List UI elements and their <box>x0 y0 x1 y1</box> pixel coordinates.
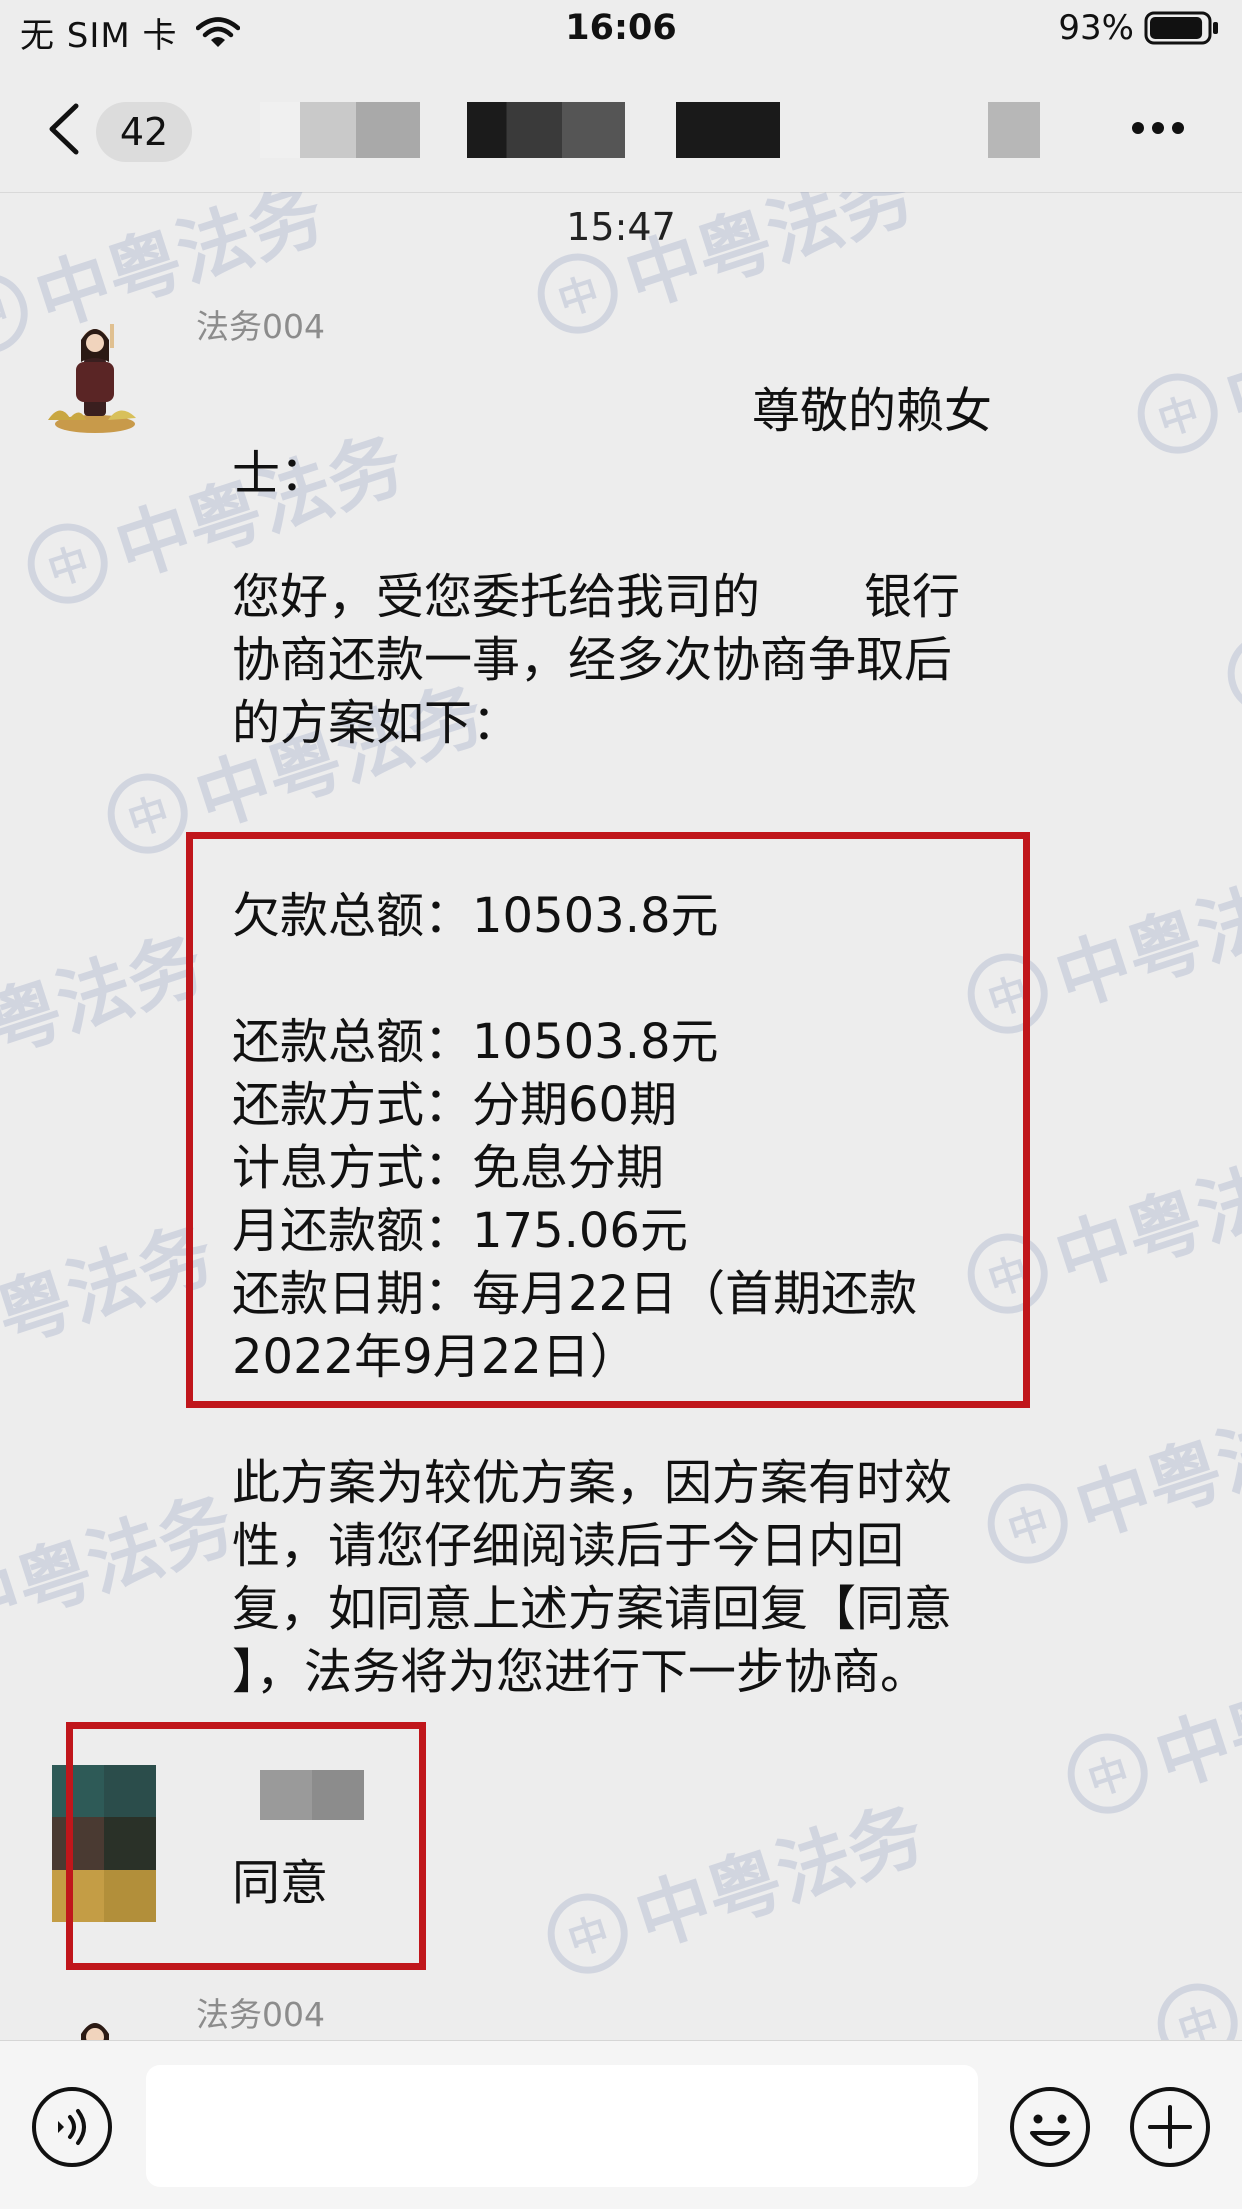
emoji-icon[interactable] <box>1008 2085 1092 2169</box>
voice-input-icon[interactable] <box>30 2085 114 2169</box>
closing-line: 性，请您仔细阅读后于今日内回 <box>232 1518 905 1574</box>
more-options-icon[interactable] <box>1130 120 1186 136</box>
greeting-line: 士： <box>232 446 329 502</box>
closing-text: 此方案为较优方案，因方案有时效 性，请您仔细阅读后于今日内回 复，如同意上述方案… <box>232 1452 1012 1704</box>
watermark: 中中粤法务 <box>0 1480 244 1655</box>
chat-title-redacted <box>676 102 780 158</box>
status-bar: 无 SIM 卡 16:06 93% <box>0 0 1242 62</box>
watermark: 中中粤法务 <box>1053 1615 1242 1837</box>
status-time: 16:06 <box>565 8 677 48</box>
plus-icon[interactable] <box>1128 2085 1212 2169</box>
message-text[interactable]: 尊敬的赖女 士： 您好，受您委托给我司的 银行 协商还款一事，经多次协商争取后 的… <box>232 380 1012 755</box>
intro-line: 的方案如下： <box>232 695 521 751</box>
chat-title-redacted <box>260 102 420 158</box>
sender-name: 法务004 <box>196 1995 325 2034</box>
battery-percent: 93% <box>1058 8 1134 48</box>
input-bar <box>0 2040 1242 2209</box>
status-right: 93% <box>1058 8 1220 48</box>
watermark: 中中粤法务 <box>1123 255 1242 477</box>
intro-line: 协商还款一事，经多次协商争取后 <box>232 632 953 688</box>
battery-icon <box>1144 11 1218 45</box>
watermark: 中中粤法务 <box>0 920 214 1095</box>
back-icon[interactable] <box>44 102 84 156</box>
watermark: 中中粤法务 <box>1143 1865 1242 2040</box>
watermark: 中中粤法务 <box>1213 515 1242 737</box>
unread-count-badge[interactable]: 42 <box>96 102 192 162</box>
sender-name: 法务004 <box>196 307 325 346</box>
chat-timestamp: 15:47 <box>566 205 676 249</box>
chat-title-redacted <box>988 102 1040 158</box>
closing-line: 此方案为较优方案，因方案有时效 <box>232 1455 953 1511</box>
sender-avatar[interactable] <box>40 302 150 436</box>
intro-line: 您好，受您委托给我司的 银行 <box>232 569 961 625</box>
chat-title-redacted <box>467 102 625 158</box>
closing-line: 】，法务将为您进行下一步协商。 <box>232 1644 929 1700</box>
message-input[interactable] <box>146 2065 978 2187</box>
sender-avatar[interactable] <box>40 1996 150 2040</box>
reply-highlight-box <box>66 1722 426 1970</box>
greeting-line: 尊敬的赖女 <box>751 383 992 439</box>
closing-line: 复，如同意上述方案请回复【同意 <box>232 1581 953 1637</box>
plan-highlight-box <box>186 832 1030 1408</box>
chat-header: 42 <box>0 62 1242 193</box>
